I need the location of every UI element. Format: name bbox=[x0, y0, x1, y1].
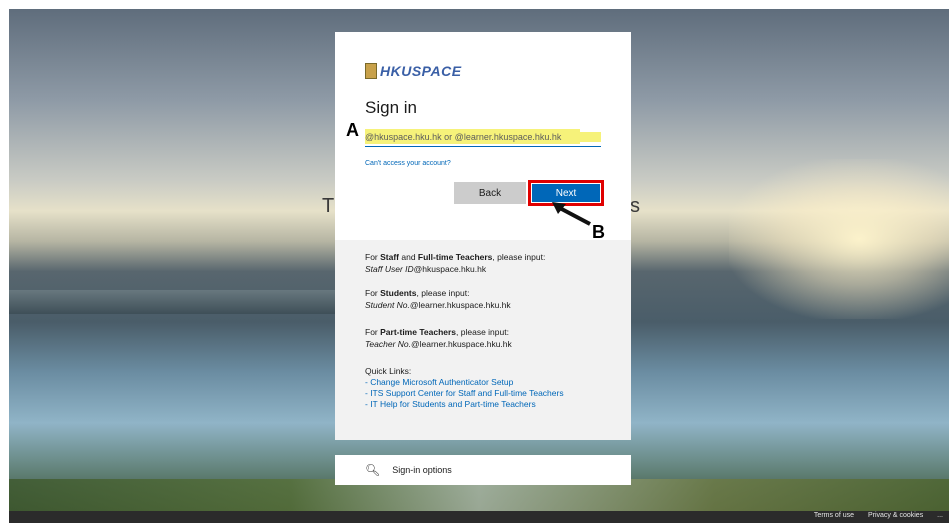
quick-link-it-help[interactable]: - IT Help for Students and Part-time Tea… bbox=[365, 399, 564, 410]
pt-text-post: , please input: bbox=[456, 327, 509, 337]
more-options-link[interactable]: ... bbox=[937, 512, 943, 519]
sign-in-options-button[interactable]: 🔍︎ Sign-in options bbox=[335, 455, 631, 485]
staff-bold: Staff bbox=[380, 252, 400, 262]
crest-icon bbox=[365, 63, 377, 79]
hkuspace-logo: HKUSPACE bbox=[365, 62, 462, 80]
pt-format-italic: Teacher No. bbox=[365, 339, 411, 349]
students-info: For Students, please input: Student No.@… bbox=[365, 287, 511, 311]
staff-text-mid: and bbox=[399, 252, 418, 262]
footer-links: Terms of use Privacy & cookies ... bbox=[802, 512, 943, 519]
sign-in-card: HKUSPACE Sign in Can't access your accou… bbox=[335, 32, 631, 440]
quick-link-its-support[interactable]: - ITS Support Center for Staff and Full-… bbox=[365, 388, 564, 399]
parttime-info: For Part-time Teachers, please input: Te… bbox=[365, 326, 512, 350]
back-button[interactable]: Back bbox=[454, 182, 526, 204]
staff-format-rest: @hkuspace.hku.hk bbox=[413, 264, 487, 274]
email-input[interactable] bbox=[365, 128, 601, 147]
background-text-left: T bbox=[322, 195, 335, 217]
fulltime-bold: Full-time Teachers bbox=[417, 252, 493, 262]
background-jetty bbox=[9, 290, 339, 314]
key-icon: 🔍︎ bbox=[365, 463, 381, 477]
sign-in-options-label: Sign-in options bbox=[392, 465, 452, 475]
quick-links: Quick Links: - Change Microsoft Authenti… bbox=[365, 366, 564, 410]
staff-text-pre: For bbox=[365, 252, 381, 262]
staff-format-italic: Staff User ID bbox=[365, 264, 414, 274]
annotation-arrow-icon bbox=[552, 202, 591, 226]
annotation-label-a: A bbox=[346, 120, 359, 140]
students-format-italic: Student No. bbox=[365, 300, 410, 310]
staff-text-post: , please input: bbox=[492, 252, 546, 262]
pt-format-rest: @learner.hkuspace.hku.hk bbox=[411, 339, 512, 349]
students-text-pre: For bbox=[365, 288, 381, 298]
quick-links-title: Quick Links: bbox=[365, 366, 412, 376]
pt-bold: Part-time Teachers bbox=[380, 327, 457, 337]
annotation-label-b: B bbox=[592, 222, 605, 242]
students-bold: Students bbox=[380, 288, 417, 298]
privacy-link[interactable]: Privacy & cookies bbox=[868, 512, 923, 519]
cant-access-link[interactable]: Can't access your account? bbox=[365, 160, 451, 167]
page-title: Sign in bbox=[365, 98, 417, 117]
quick-link-authenticator[interactable]: - Change Microsoft Authenticator Setup bbox=[365, 377, 564, 388]
logo-text: HKUSPACE bbox=[380, 63, 462, 79]
terms-link[interactable]: Terms of use bbox=[814, 512, 854, 519]
students-format-rest: @learner.hkuspace.hku.hk bbox=[409, 300, 511, 310]
pt-text-pre: For bbox=[365, 327, 381, 337]
staff-info: For Staff and Full-time Teachers, please… bbox=[365, 251, 545, 275]
background-text-right: s bbox=[630, 195, 640, 217]
students-text-post: , please input: bbox=[416, 288, 470, 298]
